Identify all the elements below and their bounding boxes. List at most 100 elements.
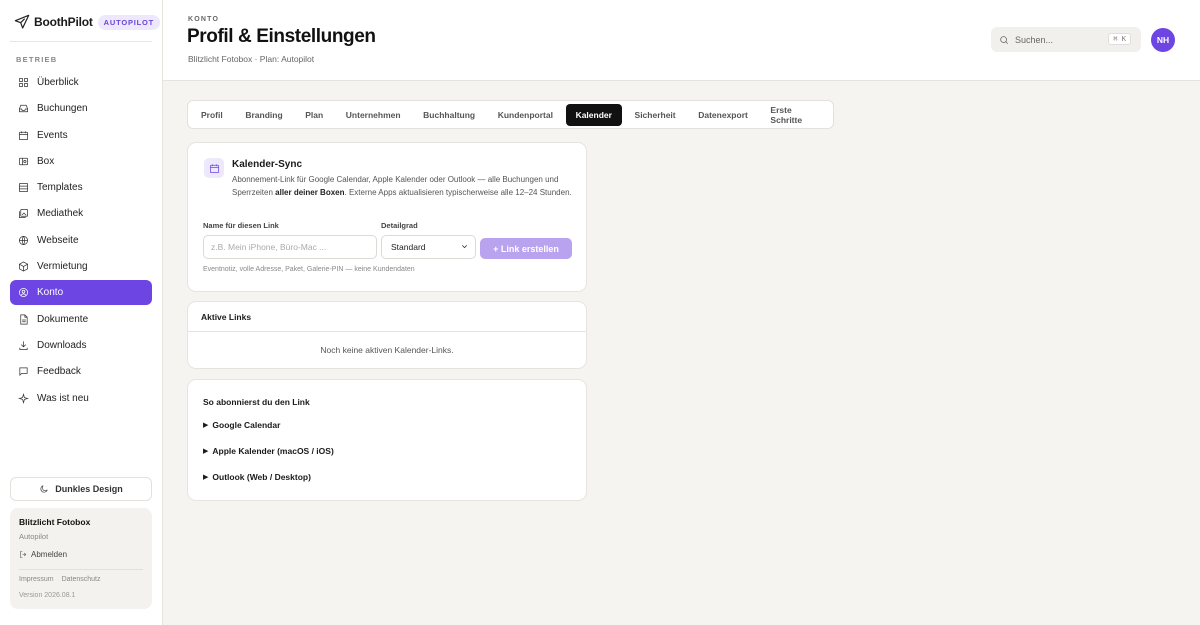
logout-icon: [20, 551, 27, 558]
sidebar-item-webseite[interactable]: Webseite: [10, 228, 152, 253]
sidebar-item-mediathek[interactable]: Mediathek: [10, 201, 152, 226]
link-name-input[interactable]: z.B. Mein iPhone, Büro-Mac ...: [203, 235, 377, 259]
sidebar-item-label: Templates: [37, 182, 83, 194]
sidebar-nav: Überblick Buchungen Events Box Templates…: [10, 70, 152, 412]
document-icon: [20, 314, 28, 325]
sidebar: BoothPilot AUTOPILOT BETRIEB Überblick B…: [0, 0, 163, 625]
brand[interactable]: BoothPilot AUTOPILOT: [14, 12, 161, 32]
box-icon: [19, 157, 28, 165]
tab-buchhaltung[interactable]: Buchhaltung: [413, 104, 485, 126]
chat-icon: [19, 367, 28, 377]
triangle-right-icon: ▶: [203, 474, 209, 481]
sidebar-item-was-ist-neu[interactable]: Was ist neu: [10, 386, 152, 411]
page-header: KONTO Profil & Einstellungen Blitzlicht …: [163, 0, 1200, 81]
sparkle-icon: [18, 392, 29, 404]
howto-google[interactable]: ▶ Google Calendar: [203, 420, 280, 430]
sidebar-item-label: Feedback: [37, 366, 81, 378]
sidebar-item-label: Dokumente: [37, 313, 89, 325]
detail-level-value: Standard: [391, 242, 426, 252]
avatar[interactable]: NH: [1151, 28, 1175, 52]
triangle-right-icon: ▶: [203, 448, 209, 455]
sidebar-item-templates[interactable]: Templates: [10, 175, 152, 200]
sidebar-item-label: Vermietung: [37, 261, 88, 273]
howto-outlook[interactable]: ▶ Outlook (Web / Desktop): [203, 472, 311, 482]
search-input[interactable]: Suchen... ⌘ K: [991, 27, 1141, 52]
tab-profil[interactable]: Profil: [191, 104, 233, 126]
inbox-icon: [19, 105, 28, 113]
template-icon: [19, 183, 28, 193]
detail-level-label: Detailgrad: [381, 221, 418, 230]
howto-item-label: Outlook (Web / Desktop): [212, 472, 311, 482]
download-icon: [19, 341, 28, 350]
sidebar-item-label: Box: [37, 155, 55, 167]
sidebar-item-buchungen[interactable]: Buchungen: [10, 96, 152, 121]
dark-mode-button[interactable]: Dunkles Design: [10, 477, 152, 501]
sidebar-item-ueberblick[interactable]: Überblick: [10, 70, 152, 95]
active-links-title: Aktive Links: [188, 302, 586, 332]
tab-datenexport[interactable]: Datenexport: [688, 104, 758, 126]
sidebar-item-label: Konto: [37, 287, 64, 299]
active-links-card: Aktive Links Noch keine aktiven Kalender…: [187, 301, 587, 369]
calendar-icon: [204, 158, 224, 178]
version-text: Version 2026.08.1: [19, 592, 76, 599]
chevron-down-icon: [461, 245, 468, 249]
imprint-link[interactable]: Impressum: [19, 576, 54, 583]
media-icon: [19, 209, 28, 219]
sidebar-item-konto[interactable]: Konto: [10, 280, 152, 306]
search-shortcut: ⌘ K: [1108, 33, 1131, 45]
privacy-link[interactable]: Datenschutz: [62, 576, 101, 583]
detail-level-select[interactable]: Standard: [381, 235, 476, 259]
sidebar-item-label: Mediathek: [37, 208, 84, 220]
tab-plan[interactable]: Plan: [295, 104, 333, 126]
howto-apple[interactable]: ▶ Apple Kalender (macOS / iOS): [203, 446, 334, 456]
triangle-right-icon: ▶: [203, 422, 209, 429]
howto-item-label: Apple Kalender (macOS / iOS): [212, 446, 334, 456]
sidebar-item-label: Downloads: [37, 339, 87, 351]
create-link-button[interactable]: + Link erstellen: [480, 238, 572, 259]
calendar-sync-title: Kalender-Sync: [232, 159, 303, 170]
nav-section-label: BETRIEB: [16, 55, 58, 64]
plan-badge: AUTOPILOT: [97, 14, 161, 30]
sidebar-item-label: Webseite: [37, 234, 79, 246]
link-name-placeholder: z.B. Mein iPhone, Büro-Mac ...: [211, 242, 327, 252]
calendar-icon: [19, 130, 28, 140]
globe-icon: [19, 235, 28, 245]
account-org-name: Blitzlicht Fotobox: [19, 517, 91, 527]
link-name-label: Name für diesen Link: [203, 221, 279, 230]
sidebar-item-dokumente[interactable]: Dokumente: [10, 307, 152, 332]
sidebar-item-label: Events: [37, 129, 68, 141]
sidebar-item-label: Überblick: [37, 77, 79, 88]
page-title: Profil & Einstellungen: [187, 26, 376, 47]
logout-link[interactable]: Abmelden: [19, 550, 143, 559]
sidebar-item-box[interactable]: Box: [10, 149, 152, 174]
user-circle-icon: [19, 288, 28, 298]
sidebar-item-vermietung[interactable]: Vermietung: [10, 254, 152, 279]
tab-sicherheit[interactable]: Sicherheit: [625, 104, 686, 126]
search-placeholder: Suchen...: [1015, 34, 1054, 45]
tab-unternehmen[interactable]: Unternehmen: [336, 104, 411, 126]
page-overline: KONTO: [188, 16, 220, 23]
sidebar-item-feedback[interactable]: Feedback: [10, 359, 152, 384]
calendar-sync-description: Abonnement-Link für Google Calendar, App…: [232, 174, 572, 199]
active-links-empty: Noch keine aktiven Kalender-Links.: [320, 345, 454, 355]
settings-tabs: Profil Branding Plan Unternehmen Buchhal…: [187, 100, 834, 129]
tab-kalender[interactable]: Kalender: [565, 103, 622, 126]
search-icon: [1000, 35, 1009, 44]
account-plan: Autopilot: [19, 532, 49, 541]
tab-erste-schritte[interactable]: Erste Schritte: [760, 104, 830, 126]
package-icon: [19, 261, 28, 272]
logout-label: Abmelden: [31, 550, 68, 559]
divider: [19, 569, 143, 570]
sidebar-item-label: Was ist neu: [37, 392, 89, 404]
paper-plane-icon: [14, 14, 30, 29]
tab-kundenportal[interactable]: Kundenportal: [488, 104, 563, 126]
page-subtitle: Blitzlicht Fotobox · Plan: Autopilot: [188, 54, 315, 64]
sidebar-item-events[interactable]: Events: [10, 123, 152, 148]
description-text: . Externe Apps aktualisieren typischerwe…: [344, 187, 572, 197]
moon-icon: [40, 485, 48, 493]
sidebar-item-downloads[interactable]: Downloads: [10, 333, 152, 358]
detail-level-hint: Eventnotiz, volle Adresse, Paket, Galeri…: [203, 266, 415, 273]
brand-name: BoothPilot: [34, 15, 93, 29]
tab-branding[interactable]: Branding: [235, 104, 292, 126]
grid-icon: [19, 78, 28, 87]
